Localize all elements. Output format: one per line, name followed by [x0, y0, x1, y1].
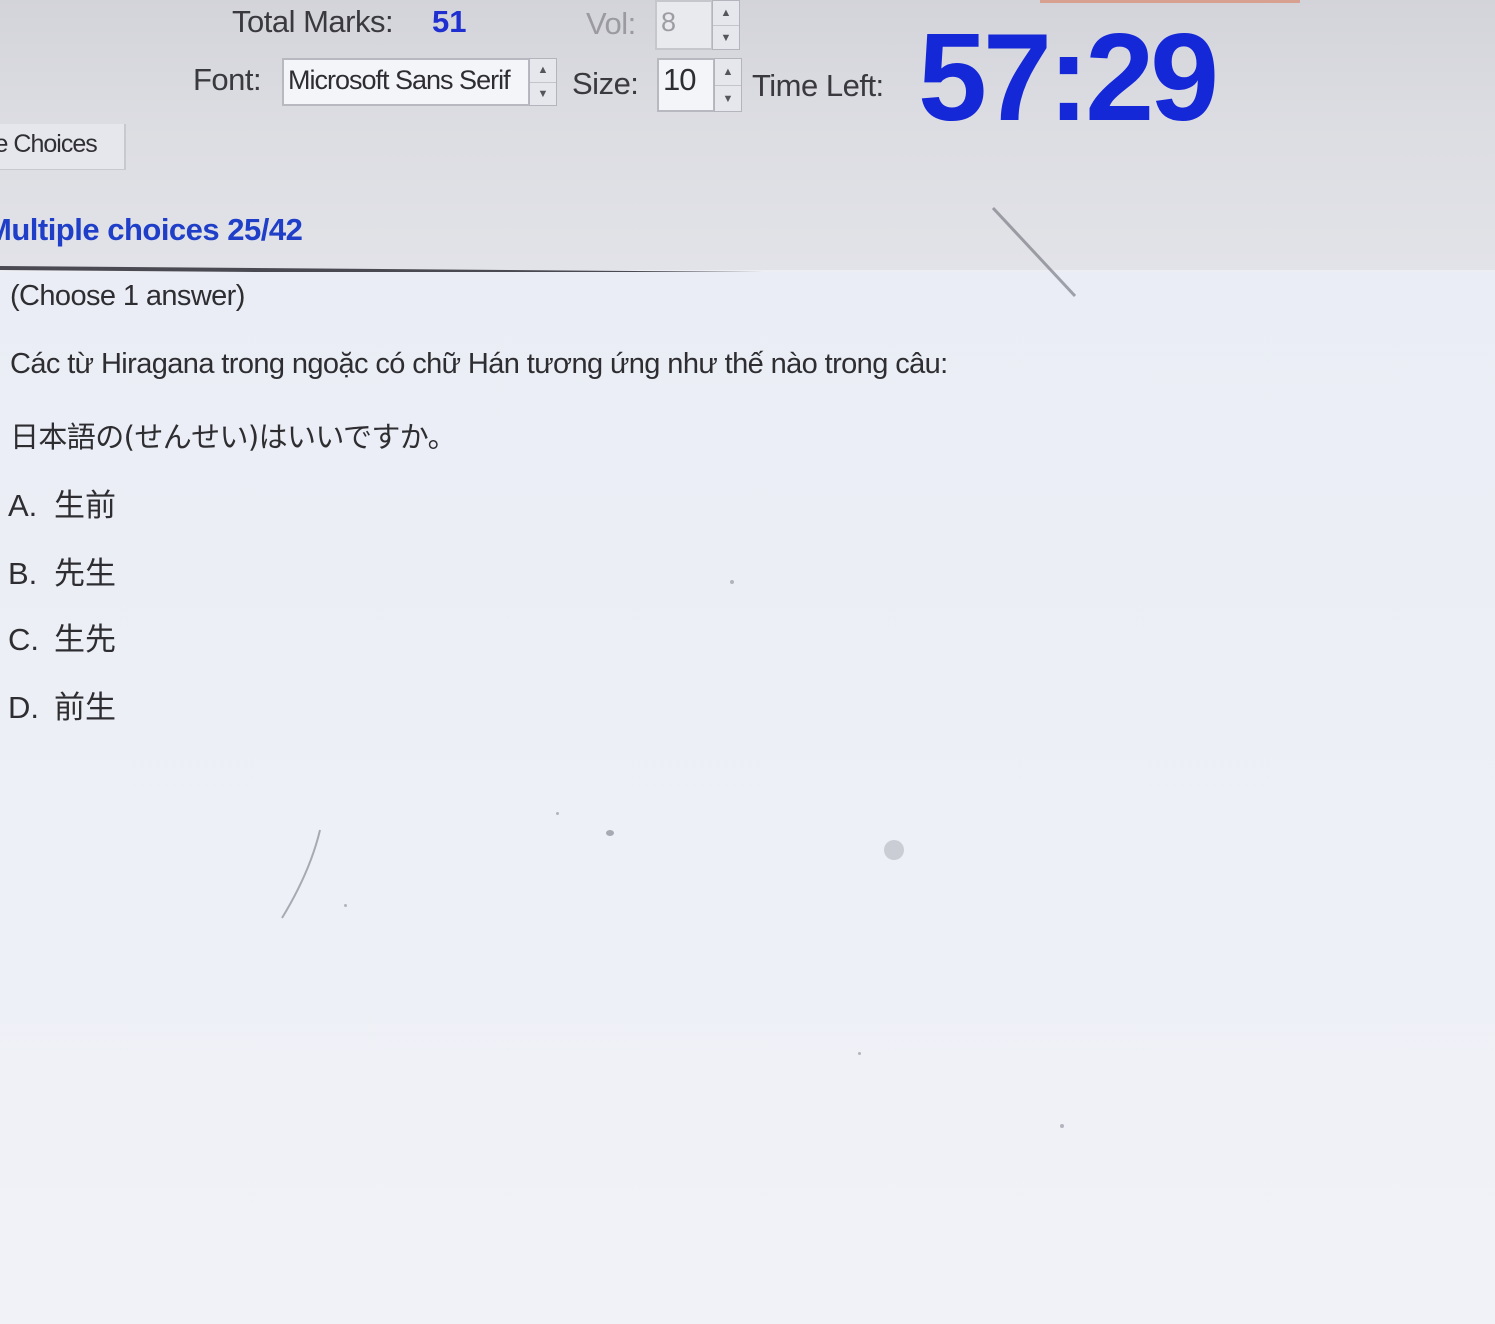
total-marks-value: 51	[432, 4, 467, 39]
vol-label: Vol:	[586, 6, 636, 41]
screen-speck	[884, 840, 904, 860]
screen-scratch	[991, 206, 1077, 298]
option-text: 前生	[54, 690, 116, 726]
size-label: Size:	[572, 66, 639, 101]
question-instruction: (Choose 1 answer)	[10, 280, 245, 312]
option-letter: B.	[8, 556, 38, 591]
option-text: 先生	[54, 556, 116, 592]
font-label: Font:	[193, 62, 262, 97]
total-marks-label: Total Marks:	[232, 4, 394, 39]
screen-speck	[606, 830, 614, 836]
option-b[interactable]: B. 先生	[8, 548, 116, 593]
countdown-timer: 57:29	[918, 9, 1219, 147]
screen-speck	[344, 904, 347, 907]
toolbar: Total Marks: 51 Vol: 8 ▲ ▼ Font: Microso…	[0, 0, 1495, 270]
question-panel: (Choose 1 answer) Các từ Hiragana trong …	[0, 272, 1495, 1324]
option-letter: D.	[8, 690, 39, 725]
time-left-label: Time Left:	[752, 68, 884, 103]
vol-stepper[interactable]: ▲ ▼	[712, 0, 740, 50]
window-edge-accent	[1040, 0, 1300, 3]
screen-speck	[858, 1052, 861, 1055]
size-stepper[interactable]: ▲ ▼	[714, 58, 742, 112]
screen-speck	[556, 812, 559, 815]
option-c[interactable]: C. 生先	[8, 614, 116, 659]
font-field[interactable]: Microsoft Sans Serif	[282, 58, 530, 106]
screen-scratch	[281, 829, 321, 919]
option-letter: A.	[8, 488, 38, 523]
section-title: Multiple choices 25/42	[0, 212, 303, 247]
question-prompt: Các từ Hiragana trong ngoặc có chữ Hán t…	[10, 348, 948, 380]
font-up-icon[interactable]: ▲	[530, 59, 556, 83]
font-down-icon[interactable]: ▼	[530, 83, 556, 106]
vol-down-icon[interactable]: ▼	[713, 26, 739, 50]
tab-label: le Choices	[0, 130, 98, 158]
vol-field[interactable]: 8	[655, 0, 713, 50]
vol-up-icon[interactable]: ▲	[713, 1, 739, 26]
option-letter: C.	[8, 622, 39, 657]
font-stepper[interactable]: ▲ ▼	[529, 58, 557, 106]
tab-multiple-choices[interactable]: le Choices	[0, 124, 126, 170]
size-field[interactable]: 10	[657, 58, 715, 112]
size-down-icon[interactable]: ▼	[715, 86, 741, 112]
option-text: 生前	[54, 488, 116, 524]
question-sentence: 日本語の(せんせい)はいいですか。	[10, 420, 457, 454]
option-text: 生先	[54, 622, 116, 658]
option-a[interactable]: A. 生前	[8, 480, 116, 525]
screen-speck	[1060, 1124, 1064, 1128]
option-d[interactable]: D. 前生	[8, 682, 116, 727]
screen-speck	[730, 580, 734, 584]
size-up-icon[interactable]: ▲	[715, 59, 741, 86]
